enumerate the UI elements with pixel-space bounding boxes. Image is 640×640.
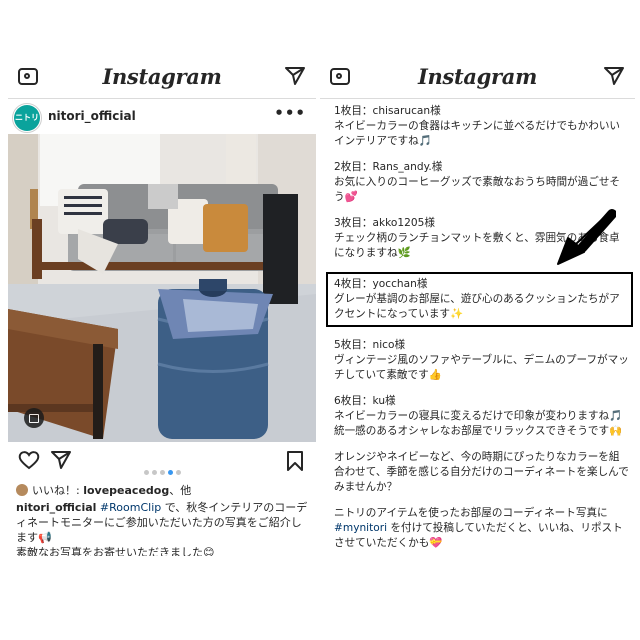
entry-text: ヴィンテージ風のソファやテーブルに、デニムのプーフがマッチしていて素敵です👍: [334, 354, 629, 381]
direct-message-icon[interactable]: [603, 66, 625, 86]
closing-text: ニトリのアイテムを使ったお部屋のコーディネート写真に: [334, 507, 608, 519]
entry-text: お気に入りのコーヒーグッズで素敵なおうち時間が過ごせそう💕: [334, 176, 621, 203]
caption-entry: 6枚目：ku様 ネイビーカラーの寝具に変えるだけで印象が変わりますね🎵統一感のあ…: [334, 394, 630, 439]
account-avatar[interactable]: ニトリ: [12, 103, 42, 133]
carousel-dot: [160, 470, 165, 475]
highlighted-caption-entry: 4枚目：yocchan様 グレーが基調のお部屋に、遊び心のあるクッションたちがア…: [326, 272, 633, 327]
top-bar: Instagram: [8, 58, 316, 99]
caption-entry: 2枚目：Rans_andy.様 お気に入りのコーヒーグッズで素敵なおうち時間が過…: [334, 160, 630, 205]
tagged-users-icon[interactable]: [24, 408, 44, 428]
entry-title: 2枚目：Rans_andy.様: [334, 161, 443, 173]
instagram-post-screen: Instagram ニトリ nitori_official ••• いいね！: …: [8, 58, 316, 556]
carousel-dot: [152, 470, 157, 475]
entry-title: 5枚目：nico様: [334, 339, 406, 351]
account-username[interactable]: nitori_official: [48, 109, 136, 123]
more-options-icon[interactable]: •••: [274, 104, 306, 122]
carousel-indicator: [144, 460, 184, 479]
share-icon[interactable]: [50, 450, 72, 470]
post-actions-bar: [8, 448, 316, 475]
post-photo[interactable]: [8, 134, 316, 442]
mynitori-hashtag[interactable]: #mynitori: [334, 522, 387, 534]
carousel-dot: [144, 470, 149, 475]
post-caption: nitori_official #RoomClip で、秋冬インテリアのコーディ…: [16, 500, 312, 556]
entry-title: 6枚目：ku様: [334, 395, 396, 407]
heart-icon[interactable]: [18, 450, 40, 470]
post-header: ニトリ nitori_official •••: [8, 99, 316, 135]
instagram-logo: Instagram: [417, 64, 538, 89]
entry-text: ネイビーカラーの寝具に変えるだけで印象が変わりますね🎵統一感のあるオシャレなお部…: [334, 410, 623, 437]
liker-avatar[interactable]: [16, 484, 28, 496]
caption-entry: 1枚目：chisarucan様 ネイビーカラーの食器はキッチンに並べるだけでもか…: [334, 104, 630, 149]
closing-paragraph-2: ニトリのアイテムを使ったお部屋のコーディネート写真に#mynitori を付けて…: [334, 506, 630, 551]
entry-text: グレーが基調のお部屋に、遊び心のあるクッションたちがアクセントになっています✨: [334, 293, 620, 320]
likes-suffix: 、他: [169, 484, 192, 497]
avatar-logo-text: ニトリ: [15, 113, 39, 122]
caption-text-2: 素敵なお写真をお寄せいただきました😊: [16, 546, 215, 556]
bookmark-icon[interactable]: [286, 450, 304, 472]
entry-text: ネイビーカラーの食器はキッチンに並べるだけでもかわいいインテリアですね🎵: [334, 120, 621, 147]
likes-line: いいね！: lovepeacedog、他: [16, 482, 191, 498]
top-bar: Instagram: [320, 58, 635, 99]
pointer-arrow-icon: [557, 209, 616, 265]
caption-entry: 5枚目：nico様 ヴィンテージ風のソファやテーブルに、デニムのプーフがマッチし…: [334, 338, 630, 383]
likes-prefix: いいね！:: [32, 484, 84, 497]
living-room-image: [8, 134, 316, 442]
entry-title: 4枚目：yocchan様: [334, 278, 428, 290]
caption-username[interactable]: nitori_official: [16, 501, 96, 514]
liker-username[interactable]: lovepeacedog: [83, 484, 169, 497]
carousel-dot-active: [168, 470, 173, 475]
instagram-caption-screen: Instagram 1枚目：chisarucan様 ネイビーカラーの食器はキッチ…: [320, 58, 635, 556]
caption-hashtag[interactable]: #RoomClip: [100, 501, 161, 514]
caption-list: 1枚目：chisarucan様 ネイビーカラーの食器はキッチンに並べるだけでもか…: [326, 104, 633, 556]
carousel-dot: [176, 470, 181, 475]
instagram-logo: Instagram: [102, 64, 222, 89]
closing-paragraph: オレンジやネイビーなど、今の時期にぴったりなカラーを組合わせて、季節を感じる自分…: [334, 451, 629, 493]
entry-title: 1枚目：chisarucan様: [334, 105, 441, 117]
direct-message-icon[interactable]: [284, 66, 306, 86]
